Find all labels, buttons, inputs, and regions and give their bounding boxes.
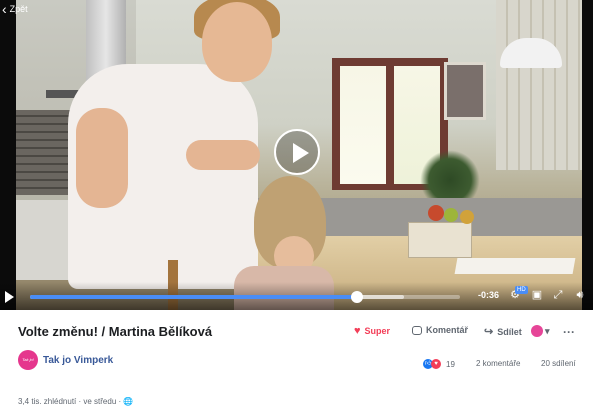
play-icon[interactable]: [5, 291, 14, 303]
comment-icon: [412, 325, 422, 335]
page-name-link[interactable]: Tak jo Vimperk: [43, 355, 113, 366]
back-button[interactable]: ‹ Zpět: [2, 1, 28, 17]
back-label: Zpět: [9, 4, 28, 14]
reactions-summary[interactable]: 👍︎ ♥ 19: [423, 359, 455, 369]
avatar[interactable]: Tak jo!: [18, 350, 38, 370]
speaker-icon[interactable]: 🔊︎: [573, 288, 587, 302]
like-label: Super: [364, 326, 391, 336]
share-button[interactable]: ↪ Sdílet: [484, 325, 522, 338]
progress-played: [30, 295, 357, 299]
love-reaction-icon: ♥: [431, 359, 441, 369]
comment-label: Komentář: [426, 325, 469, 335]
video-player[interactable]: ‹ Zpět -0:36 ⚙ HD ▣ ⤢ 🔊︎: [0, 0, 593, 310]
share-arrow-icon: ↪: [484, 326, 494, 338]
comment-button[interactable]: Komentář: [412, 325, 468, 335]
page-avatar-icon: [531, 325, 543, 337]
page-info: Tak jo! Tak jo Vimperk: [18, 350, 113, 370]
progress-handle[interactable]: [350, 291, 363, 303]
more-button[interactable]: ···: [563, 325, 575, 339]
miniplayer-icon[interactable]: ▣: [530, 288, 544, 302]
chevron-left-icon: ‹: [2, 1, 7, 17]
shares-count-link[interactable]: 20 sdílení: [541, 359, 576, 368]
react-as-page-button[interactable]: ▾: [531, 325, 550, 337]
fullscreen-icon[interactable]: ⤢: [551, 288, 565, 302]
heart-icon: ♥: [354, 325, 361, 337]
post-title: Volte změnu! / Martina Bělíková: [18, 324, 213, 339]
share-label: Sdílet: [497, 326, 522, 337]
progress-bar[interactable]: [30, 291, 460, 303]
hd-badge: HD: [515, 286, 528, 294]
reactions-count: 19: [446, 359, 455, 369]
post-meta: 3,4 tis. zhlédnutí · ve středu · 🌐: [18, 397, 134, 406]
like-button[interactable]: ♥ Super: [354, 325, 390, 337]
video-controls: -0:36 ⚙ HD ▣ ⤢ 🔊︎: [0, 282, 593, 310]
video-post: ‹ Zpět -0:36 ⚙ HD ▣ ⤢ 🔊︎ Volte změnu! / …: [0, 0, 593, 408]
comments-count-link[interactable]: 2 komentáře: [476, 359, 520, 368]
time-remaining: -0:36: [478, 290, 500, 300]
play-button-large[interactable]: [274, 129, 320, 175]
chevron-down-icon: ▾: [545, 325, 550, 336]
